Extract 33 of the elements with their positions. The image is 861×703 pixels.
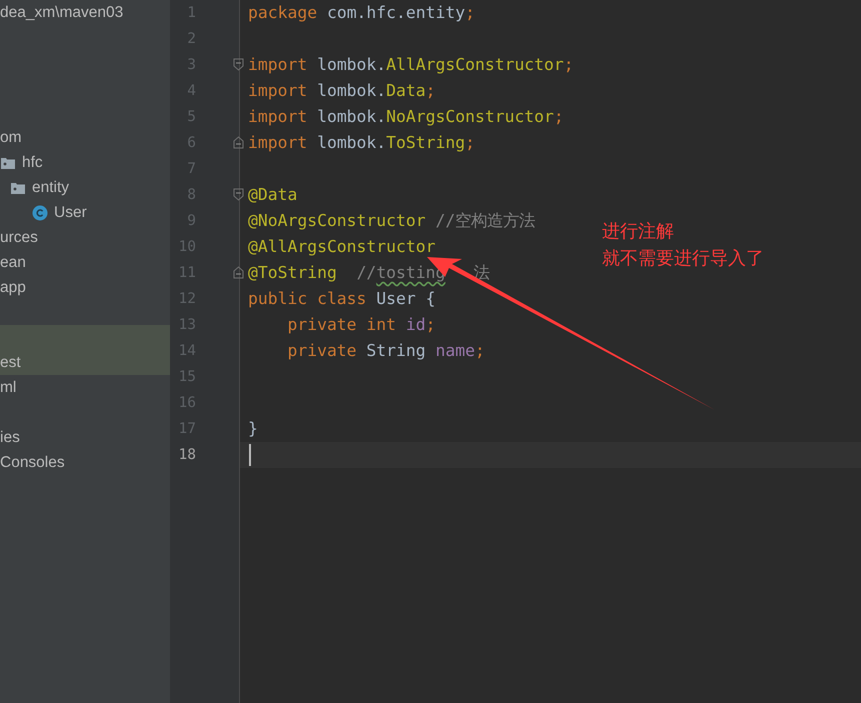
- code-line: public class User {: [248, 289, 436, 309]
- annotation-text: 进行注解: [602, 220, 675, 244]
- fold-icon[interactable]: [233, 58, 244, 71]
- code-line: package com.hfc.entity;: [248, 3, 475, 23]
- code-line: private String name;: [286, 341, 485, 361]
- code-line: @NoArgsConstructor //空构造方法: [248, 211, 536, 231]
- tree-item[interactable]: entity: [32, 178, 70, 198]
- tree-item[interactable]: est: [0, 353, 21, 373]
- tree-item[interactable]: dea_xm\maven03: [0, 2, 124, 22]
- tree-item[interactable]: hfc: [22, 152, 43, 172]
- fold-icon[interactable]: [233, 266, 244, 279]
- code-line: @Data: [248, 185, 298, 205]
- fold-icon[interactable]: [233, 136, 244, 149]
- tree-item[interactable]: app: [0, 278, 26, 298]
- code-line: import lombok.ToString;: [248, 133, 475, 153]
- code-line: import lombok.AllArgsConstructor;: [248, 55, 574, 75]
- tree-item[interactable]: User: [54, 202, 87, 222]
- annotation-text: 就不需要进行导入了: [602, 247, 764, 271]
- code-line: import lombok.NoArgsConstructor;: [248, 107, 564, 127]
- code-line: private int id;: [286, 315, 436, 335]
- tree-item[interactable]: ml: [0, 378, 16, 398]
- tree-item[interactable]: Consoles: [0, 452, 65, 472]
- class-icon: [32, 204, 48, 220]
- tree-item[interactable]: urces: [0, 228, 38, 248]
- code-line: }: [248, 419, 258, 439]
- fold-icon[interactable]: [233, 188, 244, 201]
- tree-item[interactable]: om: [0, 128, 22, 148]
- tree-item[interactable]: ean: [0, 252, 26, 272]
- code-line: import lombok.Data;: [248, 81, 436, 101]
- tree-item[interactable]: ies: [0, 428, 20, 448]
- text-cursor: [249, 444, 251, 466]
- line-number: 18: [178, 446, 196, 464]
- code-line: @AllArgsConstructor: [248, 237, 436, 257]
